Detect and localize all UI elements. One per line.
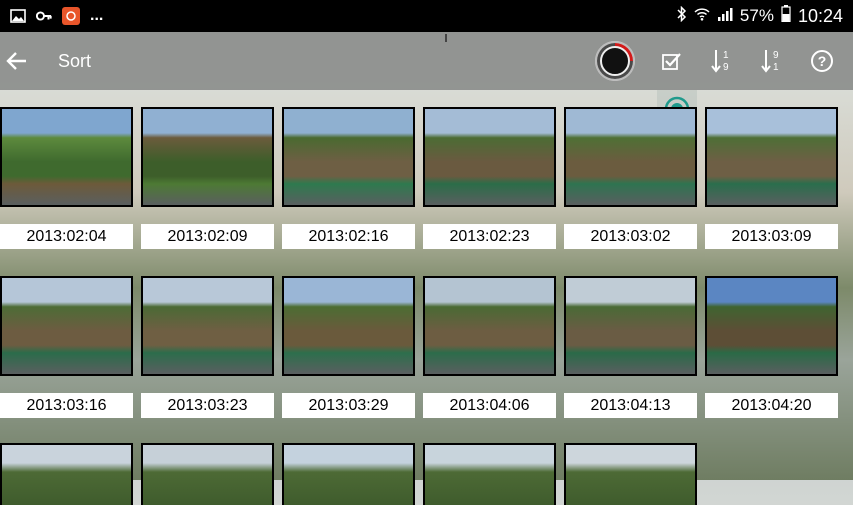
photo-thumbnail[interactable] <box>0 276 133 376</box>
photo-thumbnail[interactable] <box>705 107 838 207</box>
photo-date-label: 2013:03:23 <box>141 393 274 418</box>
signal-icon <box>717 6 733 26</box>
action-bar: Sort 19 91 ? <box>0 32 853 90</box>
svg-text:?: ? <box>818 53 827 69</box>
battery-percent: 57% <box>739 6 774 25</box>
photo-date-label: 2013:02:23 <box>423 224 556 249</box>
wifi-icon <box>694 6 710 26</box>
select-all-button[interactable] <box>647 32 697 90</box>
photo-thumbnail[interactable] <box>141 276 274 376</box>
svg-text:1: 1 <box>723 50 729 61</box>
checkbox-icon <box>662 53 681 70</box>
photo-date-label: 2013:02:04 <box>0 224 133 249</box>
photo-date-label: 2013:04:06 <box>423 393 556 418</box>
photo-thumbnail[interactable] <box>141 107 274 207</box>
photo-thumbnail[interactable] <box>564 107 697 207</box>
photo-thumbnail[interactable] <box>423 443 556 505</box>
photo-date-label: 2013:03:29 <box>282 393 415 418</box>
photo-thumbnail[interactable] <box>282 443 415 505</box>
photo-thumbnail[interactable] <box>282 276 415 376</box>
drag-grip <box>445 34 447 42</box>
arrow-left-icon <box>6 52 26 70</box>
app-notification-icon <box>62 7 80 25</box>
photo-thumbnail[interactable] <box>564 443 697 505</box>
more-notifications: ... <box>90 7 104 24</box>
clock: 10:24 <box>797 5 843 26</box>
svg-text:1: 1 <box>773 62 779 73</box>
back-button[interactable] <box>2 46 32 76</box>
photo-date-label: 2013:02:09 <box>141 224 274 249</box>
svg-text:9: 9 <box>723 62 729 73</box>
photo-thumbnail[interactable] <box>0 107 133 207</box>
help-icon: ? <box>811 50 833 72</box>
photo-thumbnail[interactable] <box>282 107 415 207</box>
photo-thumbnail[interactable] <box>705 276 838 376</box>
sort-descending-icon: 91 <box>761 50 779 73</box>
photo-date-label: 2013:03:09 <box>705 224 838 249</box>
photo-date-label: 2013:02:16 <box>282 224 415 249</box>
sort-ascending-icon: 19 <box>711 50 729 73</box>
photo-date-label: 2013:04:13 <box>564 393 697 418</box>
status-bar: ... 57% 10:24 <box>0 0 853 32</box>
gallery-notification-icon <box>10 8 26 24</box>
photo-thumbnail[interactable] <box>423 276 556 376</box>
battery-icon <box>781 5 791 27</box>
photo-date-label: 2013:03:02 <box>564 224 697 249</box>
bluetooth-icon <box>677 5 687 27</box>
sort-ascending-button[interactable]: 19 <box>697 32 747 90</box>
photo-thumbnail[interactable] <box>0 443 133 505</box>
record-button[interactable] <box>595 41 635 81</box>
svg-text:9: 9 <box>773 50 779 61</box>
help-button[interactable]: ? <box>797 32 847 90</box>
photo-thumbnail[interactable] <box>423 107 556 207</box>
page-title: Sort <box>58 50 92 71</box>
photo-thumbnail[interactable] <box>564 276 697 376</box>
key-icon <box>36 8 52 24</box>
sort-descending-button[interactable]: 91 <box>747 32 797 90</box>
photo-thumbnail[interactable] <box>141 443 274 505</box>
photo-date-label: 2013:04:20 <box>705 393 838 418</box>
photo-date-label: 2013:03:16 <box>0 393 133 418</box>
